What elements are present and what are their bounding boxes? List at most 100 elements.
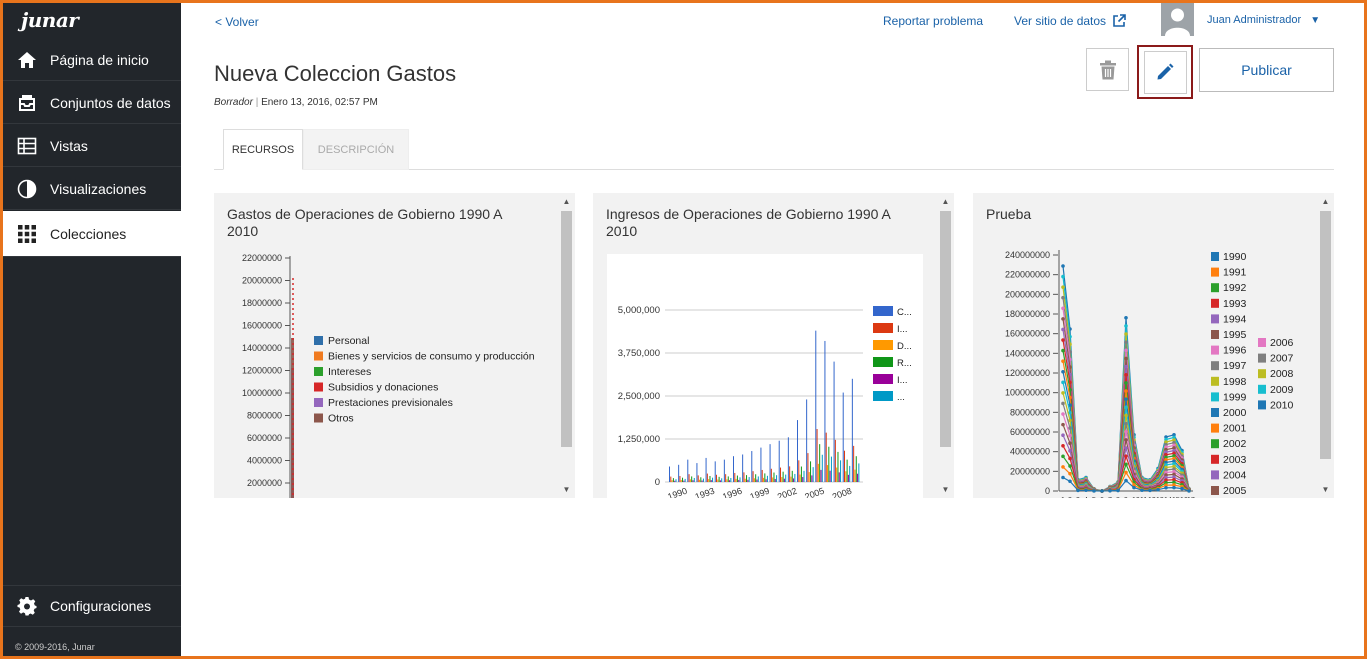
card-scrollbar[interactable]: ▲ ▼ xyxy=(560,195,573,496)
legend-swatch xyxy=(314,398,323,407)
bar xyxy=(733,456,734,482)
bar xyxy=(837,451,839,482)
report-problem-link[interactable]: Reportar problema xyxy=(883,14,983,28)
bar xyxy=(719,480,721,482)
bar xyxy=(834,439,836,482)
bar xyxy=(819,444,821,482)
junar-logo[interactable]: junar xyxy=(21,8,79,32)
gear-icon xyxy=(17,597,37,616)
edit-button[interactable] xyxy=(1143,50,1187,94)
scroll-up-icon[interactable]: ▲ xyxy=(1319,197,1332,206)
sidebar-item-home[interactable]: Página de inicio xyxy=(3,39,181,81)
data-point xyxy=(1124,413,1128,418)
x-tick-label: 17 xyxy=(1187,497,1195,498)
y-tick-label: 8000000 xyxy=(247,411,282,421)
legend-label: 1992 xyxy=(1223,282,1247,294)
user-avatar-icon xyxy=(1165,8,1190,36)
bar xyxy=(723,459,725,482)
resource-card-revenue[interactable]: Ingresos de Operaciones de Gobierno 1990… xyxy=(593,193,954,498)
avatar[interactable] xyxy=(1161,3,1194,36)
resource-card-test[interactable]: Prueba 240000000 220000000 200000000 180000… xyxy=(973,193,1334,498)
x-tick-label: 12 xyxy=(1148,497,1156,498)
scroll-thumb[interactable] xyxy=(561,211,572,447)
y-tick-label: 18000000 xyxy=(242,298,282,308)
bar xyxy=(833,361,835,482)
scroll-down-icon[interactable]: ▼ xyxy=(560,485,573,494)
legend-swatch xyxy=(314,413,323,423)
bar xyxy=(708,479,710,482)
data-point xyxy=(1076,488,1080,493)
x-tick-label: 10 xyxy=(1132,497,1140,498)
scroll-down-icon[interactable]: ▼ xyxy=(939,485,952,494)
bar xyxy=(721,478,723,482)
scroll-thumb[interactable] xyxy=(940,211,951,447)
bar xyxy=(670,476,672,482)
user-menu[interactable]: Juan Administrador ▼ xyxy=(1207,14,1320,26)
bar xyxy=(736,475,738,482)
y-tick-label: 80000000 xyxy=(1010,407,1050,417)
legend-label: Prestaciones previsionales xyxy=(328,397,453,409)
scroll-up-icon[interactable]: ▲ xyxy=(560,197,573,206)
scroll-up-icon[interactable]: ▲ xyxy=(939,197,952,206)
sidebar-item-settings[interactable]: Configuraciones xyxy=(3,585,181,627)
resource-card-expenses[interactable]: Gastos de Operaciones de Gobierno 1990 A… xyxy=(214,193,575,498)
bar xyxy=(857,473,859,482)
card-scrollbar[interactable]: ▲ ▼ xyxy=(1319,195,1332,496)
legend-swatch xyxy=(1258,369,1266,379)
bar xyxy=(803,470,805,482)
data-point xyxy=(1061,454,1065,459)
table-icon xyxy=(17,137,37,154)
bar xyxy=(742,454,744,482)
bar xyxy=(689,479,691,482)
publish-button[interactable]: Publicar xyxy=(1199,48,1334,92)
bar xyxy=(756,479,758,482)
scroll-down-icon[interactable]: ▼ xyxy=(1319,485,1332,494)
sidebar-item-datasets[interactable]: Conjuntos de datos xyxy=(3,82,181,124)
card-title: Gastos de Operaciones de Gobierno 1990 A… xyxy=(227,206,502,239)
legend-label: I... xyxy=(897,324,908,335)
x-tick-label: 5 xyxy=(1092,497,1096,498)
y-tick-label: 3,750,000 xyxy=(618,348,660,359)
data-point xyxy=(1061,274,1065,279)
bar xyxy=(840,460,842,482)
bar xyxy=(769,444,771,482)
bar xyxy=(765,479,767,482)
y-tick-label: 40000000 xyxy=(1010,447,1050,457)
sidebar-item-label: Visualizaciones xyxy=(50,180,147,197)
data-point xyxy=(1124,389,1128,393)
bar xyxy=(772,477,774,482)
data-point xyxy=(1172,485,1176,490)
y-tick-label: 4000000 xyxy=(247,456,282,466)
legend-swatch xyxy=(1211,345,1219,355)
data-point xyxy=(1068,479,1072,484)
bar xyxy=(828,446,830,482)
bar xyxy=(691,476,693,482)
scroll-thumb[interactable] xyxy=(1320,211,1331,459)
view-data-site-link[interactable]: Ver sitio de datos xyxy=(1014,14,1126,28)
sidebar-item-collections[interactable]: Colecciones xyxy=(3,211,181,257)
data-point xyxy=(1124,364,1128,369)
legend-label: 1990 xyxy=(1223,251,1247,263)
bar xyxy=(847,474,849,482)
legend-swatch xyxy=(1211,454,1219,464)
bar xyxy=(844,450,846,482)
bar xyxy=(684,478,686,482)
x-tick-label: 1999 xyxy=(749,486,771,498)
bar xyxy=(821,454,823,482)
card-scrollbar[interactable]: ▲ ▼ xyxy=(939,195,952,496)
legend-label: 1993 xyxy=(1223,298,1247,310)
tab-resources[interactable]: RECURSOS xyxy=(223,129,303,170)
back-link[interactable]: < Volver xyxy=(215,15,259,29)
tab-description[interactable]: DESCRIPCIÓN xyxy=(303,129,409,170)
delete-button[interactable] xyxy=(1086,48,1129,91)
legend-swatch xyxy=(1258,353,1266,363)
bar xyxy=(846,459,848,482)
data-point xyxy=(1124,421,1128,426)
legend-swatch xyxy=(873,357,893,367)
y-tick-label: 22000000 xyxy=(242,253,282,263)
bar xyxy=(701,480,703,482)
sidebar-item-views[interactable]: Vistas xyxy=(3,125,181,167)
data-point xyxy=(1124,340,1128,344)
sidebar-item-visualizations[interactable]: Visualizaciones xyxy=(3,168,181,210)
data-point xyxy=(1124,454,1128,458)
